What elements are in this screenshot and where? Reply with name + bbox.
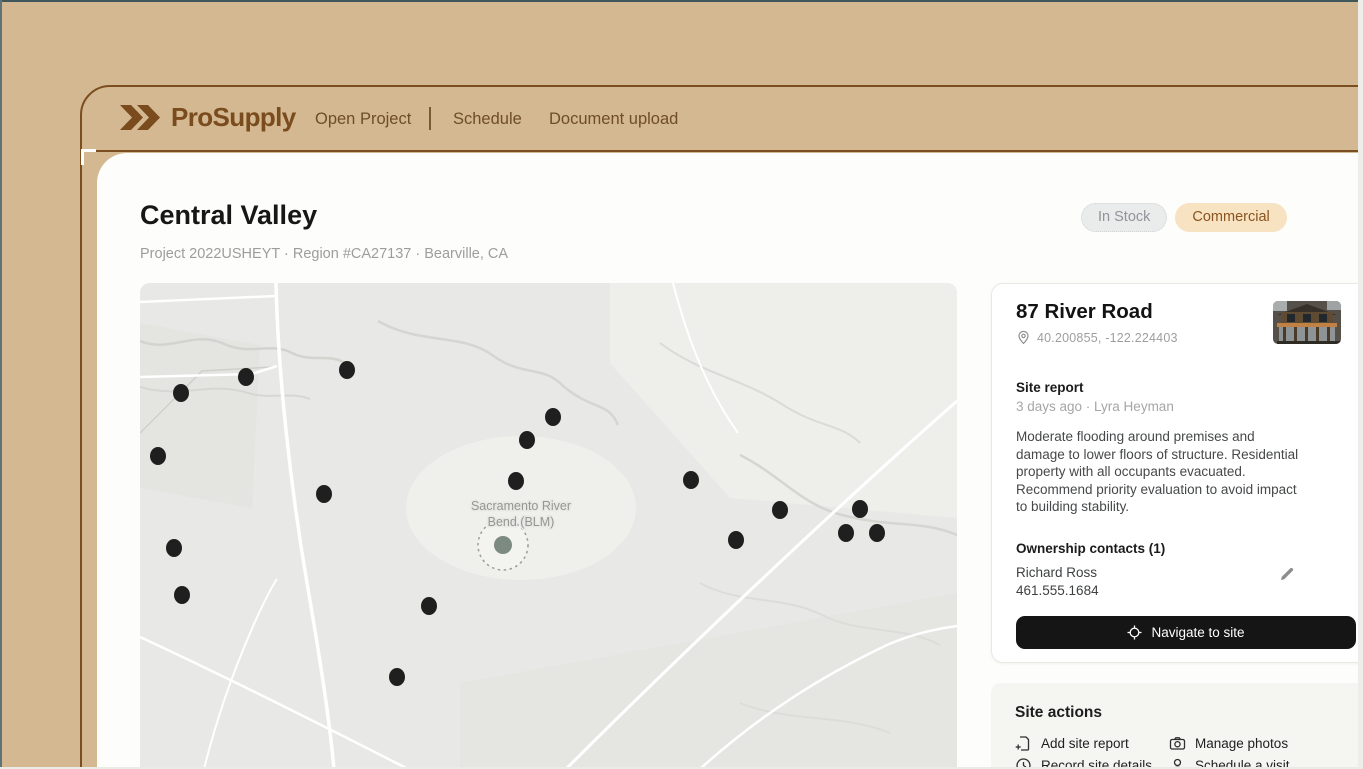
map-marker[interactable] bbox=[174, 586, 190, 604]
screen: ProSupply Open Project Schedule Document… bbox=[0, 0, 1363, 769]
action-add-site-report[interactable]: Add site report bbox=[1015, 735, 1129, 752]
nav-schedule[interactable]: Schedule bbox=[453, 110, 522, 129]
header-divider bbox=[82, 150, 1363, 152]
contact-name: Richard Ross bbox=[1016, 565, 1097, 580]
badge-row: In Stock Commercial bbox=[1081, 203, 1287, 232]
map-marker[interactable] bbox=[173, 384, 189, 402]
map-marker[interactable] bbox=[508, 472, 524, 490]
map-marker[interactable] bbox=[728, 531, 744, 549]
content-panel: Central Valley Project 2022USHEYT · Regi… bbox=[97, 153, 1363, 769]
selected-marker-dot[interactable] bbox=[494, 536, 512, 554]
map-area-label-line1: Sacramento River bbox=[471, 499, 571, 513]
map-marker[interactable] bbox=[545, 408, 561, 426]
status-badge-type: Commercial bbox=[1175, 203, 1286, 232]
map-marker[interactable] bbox=[772, 501, 788, 519]
action-label: Manage photos bbox=[1195, 736, 1288, 751]
navigate-to-site-button[interactable]: Navigate to site bbox=[1016, 616, 1356, 649]
map-marker[interactable] bbox=[166, 539, 182, 557]
cabin-photo bbox=[1273, 301, 1341, 344]
coordinates-row: 40.200855, -122.224403 bbox=[1016, 330, 1178, 345]
site-actions-panel: Site actions Add site report Manage phot… bbox=[991, 683, 1363, 769]
page-subtitle: Project 2022USHEYT · Region #CA27137 · B… bbox=[140, 246, 508, 262]
brand-logo[interactable]: ProSupply bbox=[120, 102, 296, 133]
camera-icon bbox=[1169, 735, 1186, 752]
map-marker[interactable] bbox=[238, 368, 254, 386]
map-marker[interactable] bbox=[683, 471, 699, 489]
map-marker[interactable] bbox=[838, 524, 854, 542]
site-photo-thumbnail[interactable] bbox=[1273, 301, 1341, 344]
contact-phone: 461.555.1684 bbox=[1016, 583, 1099, 598]
navigate-button-label: Navigate to site bbox=[1151, 625, 1244, 640]
map-marker[interactable] bbox=[339, 361, 355, 379]
map-marker[interactable] bbox=[316, 485, 332, 503]
site-actions-heading: Site actions bbox=[1015, 704, 1102, 722]
corner-bracket bbox=[81, 149, 84, 165]
page-title: Central Valley bbox=[140, 200, 317, 231]
action-manage-photos[interactable]: Manage photos bbox=[1169, 735, 1288, 752]
pencil-icon bbox=[1278, 565, 1296, 583]
screen-border-left bbox=[0, 0, 2, 769]
brand-name: ProSupply bbox=[171, 102, 296, 133]
screen-border-right bbox=[1358, 0, 1363, 769]
map-marker[interactable] bbox=[389, 668, 405, 686]
map-canvas[interactable]: Sacramento River Bend (BLM) bbox=[140, 283, 957, 769]
map-marker[interactable] bbox=[869, 524, 885, 542]
edit-contact-button[interactable] bbox=[1278, 563, 1300, 585]
map-marker[interactable] bbox=[150, 447, 166, 465]
map-pin-icon bbox=[1016, 330, 1031, 345]
action-label: Add site report bbox=[1041, 736, 1129, 751]
file-plus-icon bbox=[1015, 735, 1032, 752]
site-title: 87 River Road bbox=[1016, 300, 1153, 324]
map[interactable]: Sacramento River Bend (BLM) bbox=[140, 283, 957, 769]
nav-document-upload[interactable]: Document upload bbox=[549, 110, 678, 129]
report-heading: Site report bbox=[1016, 380, 1084, 395]
site-coordinates: 40.200855, -122.224403 bbox=[1037, 331, 1178, 345]
map-area-label-line2: Bend (BLM) bbox=[488, 515, 555, 529]
map-marker[interactable] bbox=[421, 597, 437, 615]
map-marker[interactable] bbox=[852, 500, 868, 518]
map-marker[interactable] bbox=[519, 431, 535, 449]
contacts-heading: Ownership contacts (1) bbox=[1016, 541, 1165, 556]
screen-border-top bbox=[0, 0, 1363, 2]
nav-cursor bbox=[429, 107, 431, 130]
report-meta: 3 days ago · Lyra Heyman bbox=[1016, 399, 1174, 414]
status-badge-stock: In Stock bbox=[1081, 203, 1167, 232]
double-chevron-icon bbox=[120, 104, 162, 131]
crosshair-icon bbox=[1127, 625, 1142, 640]
nav-open-project[interactable]: Open Project bbox=[315, 110, 411, 129]
report-body: Moderate flooding around premises and da… bbox=[1016, 428, 1302, 516]
site-card: 87 River Road 40.200855, -122.224403 bbox=[991, 283, 1363, 663]
